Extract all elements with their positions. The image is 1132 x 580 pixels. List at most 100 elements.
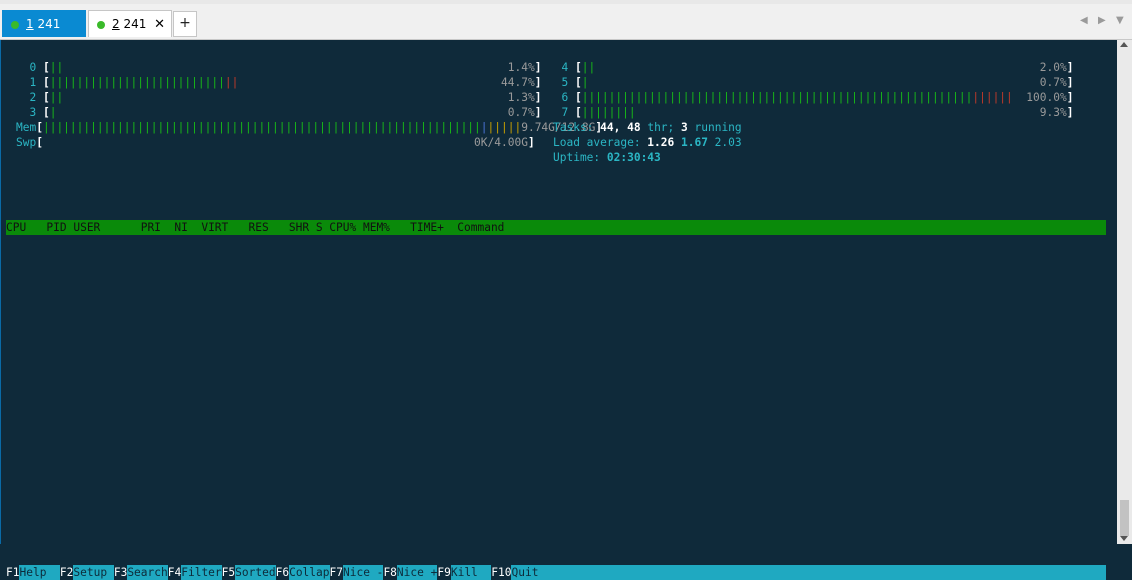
cpu-bar-system: || — [224, 76, 239, 89]
cpu-bar-system: |||||| — [972, 91, 1013, 104]
fkey-f6[interactable]: F6Collap — [276, 565, 330, 580]
fkey-label: Kill — [450, 565, 492, 580]
cpu-bar-user: ||||||||||||||||||||||||||||||||||||||||… — [581, 91, 973, 104]
fkey-f1[interactable]: F1Help — [6, 565, 60, 580]
bracket: ] — [534, 76, 542, 89]
bracket: [ — [36, 121, 43, 134]
tab-label: 2 241 — [112, 17, 147, 31]
fkey-label: Quit — [511, 565, 539, 580]
cpu-id: 3 — [16, 106, 43, 119]
fkey-f7[interactable]: F7Nice - — [330, 565, 384, 580]
bracket: ] — [534, 106, 542, 119]
close-icon[interactable]: ✕ — [154, 11, 165, 38]
cpu-id: 4 — [548, 61, 575, 74]
fkey-code: F7 — [329, 566, 343, 579]
fkey-f2[interactable]: F2Setup — [60, 565, 114, 580]
cpu-meter-5: 5 [| 0.7%] — [548, 75, 1073, 90]
mem-bar-buffers: | — [480, 121, 488, 134]
scrollbar[interactable] — [1117, 40, 1132, 544]
cpu-percent: 0.7% — [1039, 76, 1067, 89]
cpu-meter-0: 0 [|| 1.4%] — [16, 60, 541, 75]
uptime-value: 02:30:43 — [606, 151, 661, 164]
fkey-f8[interactable]: F8Nice + — [383, 565, 438, 580]
bracket: ] — [1066, 61, 1074, 74]
bracket: ] — [534, 61, 542, 74]
cpu-meter-1: 1 [|||||||||||||||||||||||||||| 44.7%] — [16, 75, 541, 90]
fkey-code: F9 — [437, 566, 451, 579]
cpu-id: 1 — [16, 76, 43, 89]
fkey-code: F6 — [275, 566, 290, 579]
status-dot-icon — [97, 21, 105, 29]
tasks-count: 44, — [600, 121, 628, 134]
running-count: 3 — [681, 121, 695, 134]
tab-menu-icon[interactable]: ▼ — [1116, 14, 1124, 28]
cpu-percent: 100.0% — [1026, 91, 1067, 104]
cpu-percent: 2.0% — [1039, 61, 1067, 74]
fkey-label: Sorted — [235, 565, 276, 580]
bracket: [ — [42, 91, 50, 104]
scroll-thumb[interactable] — [1120, 500, 1129, 536]
terminal[interactable]: 0 [|| 1.4%] 1 [|||||||||||||||||||||||||… — [0, 40, 1116, 580]
cpu-meter-4: 4 [|| 2.0%] — [548, 60, 1073, 75]
scroll-left-icon[interactable]: ◀ — [1080, 14, 1088, 28]
cpu-id: 5 — [548, 76, 575, 89]
tab-2[interactable]: 2 241 ✕ — [88, 10, 172, 37]
cpu-meter-2: 2 [|| 1.3%] — [16, 90, 541, 105]
load-5: 1.67 — [680, 136, 715, 149]
cpu-meter-6: 6 [|||||||||||||||||||||||||||||||||||||… — [548, 90, 1073, 105]
load-average: Load average: 1.26 1.67 2.03 — [553, 135, 742, 150]
fkey-code: F10 — [491, 566, 512, 579]
bracket: [ — [574, 91, 582, 104]
mem-label: Mem — [16, 121, 37, 134]
uptime: Uptime: 02:30:43 — [553, 150, 661, 165]
swap-label: Swp — [16, 136, 37, 149]
tasks-meter: Tasks: 44, 48 thr; 3 running — [553, 120, 742, 135]
scroll-down-icon[interactable] — [1120, 536, 1128, 541]
bracket: ] — [1066, 106, 1074, 119]
bracket: [ — [574, 76, 582, 89]
fkey-code: F3 — [113, 566, 128, 579]
bracket: [ — [42, 106, 50, 119]
running-label: running — [694, 121, 742, 134]
add-tab-button[interactable]: + — [173, 11, 197, 37]
fkey-f5[interactable]: F5Sorted — [222, 565, 276, 580]
fkey-label: Nice + — [396, 565, 438, 580]
cpu-id: 0 — [16, 61, 43, 74]
fkey-f10[interactable]: F10Quit — [491, 565, 539, 580]
fkey-label: Search — [127, 565, 168, 580]
scroll-up-icon[interactable] — [1120, 42, 1128, 47]
load-label: Load average: — [553, 136, 648, 149]
column-header[interactable]: CPU PID USER PRI NI VIRT RES SHR S CPU% … — [6, 220, 1106, 235]
threads-label: thr; — [647, 121, 682, 134]
scroll-right-icon[interactable]: ▶ — [1098, 14, 1106, 28]
fkey-f4[interactable]: F4Filter — [168, 565, 222, 580]
fkey-f9[interactable]: F9Kill — [437, 565, 492, 580]
bracket: ] — [1066, 76, 1074, 89]
cpu-bar-user: |||||||||||||||||||||||||| — [49, 76, 225, 89]
threads-count: 48 — [627, 121, 648, 134]
cpu-bar-user: |||||||| — [581, 106, 636, 119]
cpu-bar-user: || — [581, 61, 596, 74]
cpu-meter-7: 7 [|||||||| 9.3%] — [548, 105, 1073, 120]
bracket: [ — [42, 76, 50, 89]
swap-value: 0K/4.00G — [474, 136, 528, 149]
swap-meter: Swp[ 0K/4.00G] — [16, 135, 535, 150]
function-key-bar: F1Help F2Setup F3Search F4Filter F5Sorted F… — [6, 565, 1106, 580]
top-strip — [0, 0, 1132, 4]
bracket: [ — [574, 61, 582, 74]
fkey-code: F4 — [167, 566, 182, 579]
fkey-f3[interactable]: F3Search — [114, 565, 168, 580]
header-text: CPU PID USER PRI NI VIRT RES SHR S CPU% … — [6, 221, 505, 234]
bracket: ] — [534, 91, 542, 104]
cpu-percent: 9.3% — [1039, 106, 1067, 119]
fkey-label: Setup — [73, 565, 114, 580]
tab-1[interactable]: 1 241 — [2, 10, 86, 37]
